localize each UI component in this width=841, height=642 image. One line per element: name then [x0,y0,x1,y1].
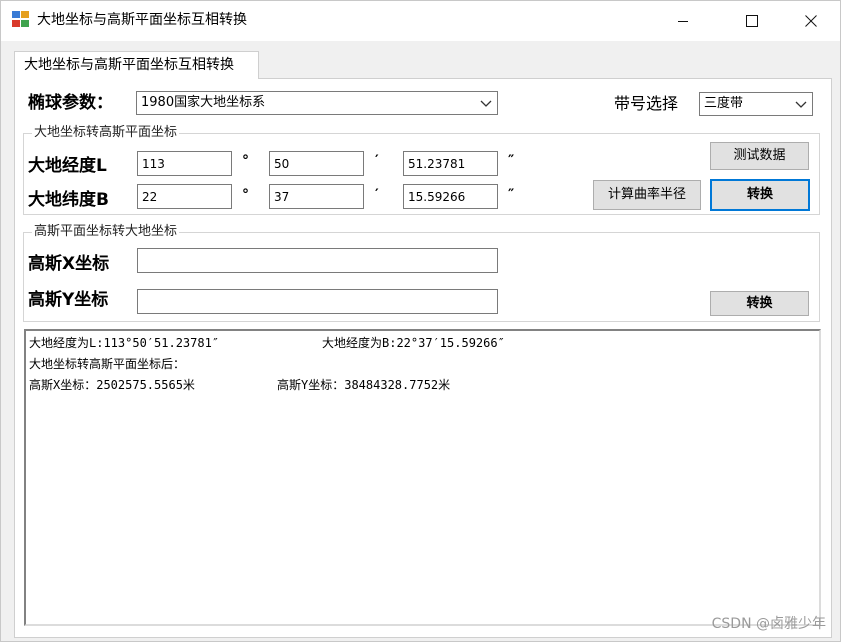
zone-select-value: 三度带 [704,96,744,111]
second-symbol: ″ [508,153,515,169]
output-line: 高斯X坐标：2502575.5565米 高斯Y坐标：38484328.7752米 [29,375,816,396]
test-data-button[interactable]: 测试数据 [710,142,809,170]
longitude-second-input[interactable] [403,151,498,176]
output-latitude: 大地经度为B:22°37′15.59266″ [322,336,505,350]
degree-symbol: ° [242,187,249,203]
output-longitude: 大地经度为L:113°50′51.23781″ [29,336,220,350]
compute-radius-button[interactable]: 计算曲率半径 [593,180,701,210]
output-heading: 大地坐标转高斯平面坐标后： [29,357,186,371]
chevron-down-icon [795,101,807,108]
latitude-label: 大地纬度B [28,190,109,210]
zone-label: 带号选择 [614,94,679,113]
tab-conversion[interactable]: 大地坐标与高斯平面坐标互相转换 [14,51,259,79]
ellipsoid-select-value: 1980国家大地坐标系 [141,95,266,110]
output-gauss-x: 高斯X坐标：2502575.5565米 [29,378,195,392]
gauss-convert-button[interactable]: 转换 [710,291,809,316]
output-textbox[interactable]: 大地经度为L:113°50′51.23781″ 大地经度为B:22°37′15.… [24,329,821,626]
gauss-x-label: 高斯X坐标 [28,254,110,274]
ellipsoid-label: 椭球参数： [28,93,113,113]
minute-symbol: ′ [375,187,379,203]
gauss-to-geo-title: 高斯平面坐标转大地坐标 [32,224,180,240]
geo-to-gauss-title: 大地坐标转高斯平面坐标 [32,125,180,141]
app-window: 大地坐标与高斯平面坐标互相转换 大地坐标与高斯平面坐标互相转换 椭球参数： 19… [0,0,841,642]
latitude-degree-input[interactable] [137,184,232,209]
close-button[interactable] [788,1,834,41]
output-line: 大地坐标转高斯平面坐标后： [29,354,816,375]
ellipsoid-select[interactable]: 1980国家大地坐标系 [136,91,498,115]
latitude-second-input[interactable] [403,184,498,209]
window-title: 大地坐标与高斯平面坐标互相转换 [37,12,247,28]
longitude-minute-input[interactable] [269,151,364,176]
longitude-degree-input[interactable] [137,151,232,176]
maximize-button[interactable] [729,1,775,41]
app-icon [12,11,30,28]
latitude-minute-input[interactable] [269,184,364,209]
minimize-button[interactable] [660,1,706,41]
maximize-icon [746,15,758,27]
zone-select[interactable]: 三度带 [699,92,813,116]
geo-convert-button[interactable]: 转换 [710,179,810,211]
output-gauss-y: 高斯Y坐标：38484328.7752米 [277,378,451,392]
minute-symbol: ′ [375,153,379,169]
gauss-x-input[interactable] [137,248,498,273]
minimize-icon [678,21,688,22]
title-bar: 大地坐标与高斯平面坐标互相转换 [1,1,840,41]
gauss-y-input[interactable] [137,289,498,314]
close-icon [805,15,817,27]
second-symbol: ″ [508,187,515,203]
chevron-down-icon [480,100,492,107]
watermark: CSDN @卤雅少年 [711,616,826,632]
gauss-y-label: 高斯Y坐标 [28,290,109,310]
degree-symbol: ° [242,153,249,169]
longitude-label: 大地经度L [28,156,107,176]
output-line: 大地经度为L:113°50′51.23781″ 大地经度为B:22°37′15.… [29,333,816,354]
